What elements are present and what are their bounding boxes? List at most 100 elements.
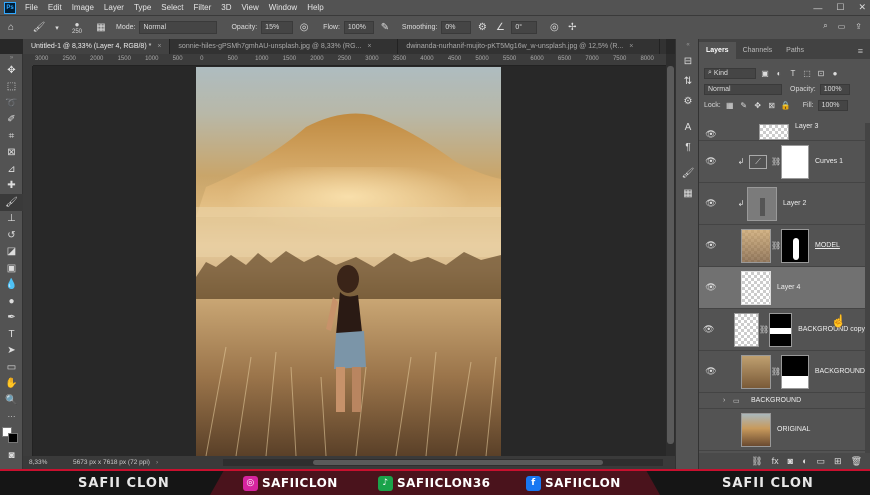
clone-stamp-tool-icon[interactable]: ⊥ [0, 211, 23, 228]
tab-sonnie-hiles[interactable]: sonnie-hiles-gPSMh7gmhAU-unsplash.jpg @ … [170, 39, 399, 54]
status-arrow-icon[interactable]: › [156, 459, 158, 466]
delete-layer-icon[interactable]: 🗑 [851, 456, 862, 467]
background-color-swatch[interactable] [8, 433, 18, 443]
layer-group-name[interactable]: BACKGROUND [751, 397, 801, 404]
layer-name[interactable]: Curves 1 [815, 158, 843, 165]
visibility-eye-icon[interactable]: 👁 [699, 129, 723, 140]
fill-input[interactable]: 100% [817, 99, 848, 111]
brush-settings-icon[interactable]: ▦ [94, 21, 108, 35]
layer-mask-thumbnail[interactable] [768, 312, 793, 347]
blur-tool-icon[interactable]: 💧 [0, 277, 23, 294]
menu-filter[interactable]: Filter [189, 3, 217, 12]
brush-tool-icon[interactable]: 🖌 [32, 21, 46, 35]
layer-row[interactable]: ORIGINAL [699, 409, 865, 451]
close-tab-icon[interactable]: × [367, 43, 371, 50]
layer-row[interactable]: 👁 ⛓ MODEL [699, 225, 865, 267]
layer-name[interactable]: Layer 3 [795, 123, 818, 130]
pen-tool-icon[interactable]: ✒ [0, 310, 23, 327]
zoom-tool-icon[interactable]: 🔍 [0, 392, 23, 409]
healing-brush-tool-icon[interactable]: ✚ [0, 178, 23, 195]
lock-position-icon[interactable]: ✥ [753, 101, 763, 110]
zoom-level[interactable]: 8,33% [23, 459, 63, 466]
instagram-handle[interactable]: ◎ SAFIICLON [243, 475, 338, 491]
more-tools-icon[interactable]: ··· [0, 409, 23, 426]
visibility-eye-icon[interactable]: 👁 [699, 324, 718, 335]
layer-name[interactable]: MODEL [815, 242, 840, 249]
adjustment-layer-icon[interactable]: ◐ [802, 456, 807, 466]
mode-select[interactable]: Normal [139, 21, 218, 34]
photoshop-logo-icon[interactable]: Ps [4, 1, 16, 14]
layers-scrollbar[interactable] [865, 123, 870, 453]
filter-smart-object-icon[interactable]: ⊡ [816, 69, 826, 78]
blend-mode-select[interactable]: Normal [704, 83, 782, 95]
vertical-ruler[interactable] [23, 66, 33, 456]
layer-name[interactable]: ORIGINAL [777, 426, 810, 433]
path-selection-tool-icon[interactable]: ➤ [0, 343, 23, 360]
close-icon[interactable]: ✕ [858, 2, 866, 13]
filter-type-icon[interactable]: T [788, 69, 798, 78]
eyedropper-tool-icon[interactable]: ⊿ [0, 161, 23, 178]
dodge-tool-icon[interactable]: ● [0, 293, 23, 310]
menu-layer[interactable]: Layer [99, 3, 129, 12]
smoothing-input[interactable]: 0% [441, 21, 472, 34]
type-tool-icon[interactable]: T [0, 326, 23, 343]
canvas-horizontal-scrollbar[interactable] [223, 459, 663, 466]
menu-file[interactable]: File [20, 3, 43, 12]
properties-panel-icon[interactable]: ⇅ [676, 71, 700, 91]
maximize-icon[interactable]: ☐ [836, 2, 844, 13]
tab-paths[interactable]: Paths [779, 42, 811, 59]
horizontal-ruler[interactable]: 3000 2500 2000 1500 1000 500 0 500 1000 1500 2000 2… [33, 54, 666, 66]
visibility-eye-icon[interactable]: 👁 [699, 156, 723, 167]
new-layer-icon[interactable]: ⊞ [834, 456, 842, 467]
marquee-tool-icon[interactable]: ⬚ [0, 79, 23, 96]
flow-input[interactable]: 100% [343, 21, 374, 34]
menu-type[interactable]: Type [129, 3, 156, 12]
scrollbar-thumb[interactable] [313, 460, 603, 465]
lock-artboard-icon[interactable]: ⊠ [767, 101, 777, 110]
layer-name[interactable]: BACKGROUND [815, 368, 865, 375]
menu-select[interactable]: Select [156, 3, 188, 12]
menu-view[interactable]: View [237, 3, 264, 12]
canvas-vertical-scrollbar[interactable] [666, 54, 675, 456]
angle-input[interactable]: 0° [511, 21, 538, 34]
smoothing-settings-gear-icon[interactable]: ⚙ [475, 21, 489, 35]
swatches-panel-icon[interactable]: ▦ [676, 183, 700, 203]
lock-transparent-icon[interactable]: ▦ [725, 101, 735, 110]
strip-collapse-icon[interactable]: « [676, 39, 700, 51]
canvas-photo[interactable] [196, 67, 501, 456]
history-brush-tool-icon[interactable]: ↺ [0, 227, 23, 244]
new-group-icon[interactable]: ▭ [817, 456, 826, 467]
menu-image[interactable]: Image [67, 3, 99, 12]
search-icon[interactable]: ⌕ [823, 21, 827, 31]
canvas-area[interactable] [33, 66, 666, 456]
airbrush-icon[interactable]: ✎ [378, 21, 392, 35]
history-panel-icon[interactable]: ⊟ [676, 51, 700, 71]
character-panel-icon[interactable]: A [676, 117, 700, 137]
visibility-eye-icon[interactable]: 👁 [699, 198, 723, 209]
link-layers-icon[interactable]: ⛓ [751, 456, 762, 467]
frame-tool-icon[interactable]: ⊠ [0, 145, 23, 162]
tab-dwinanda-nurhanif[interactable]: dwinanda-nurhanif-mujito-pKT5Mg16w_w-uns… [398, 39, 661, 54]
layer-name[interactable]: Layer 4 [777, 284, 800, 291]
move-tool-icon[interactable]: ✥ [0, 62, 23, 79]
paragraph-panel-icon[interactable]: ¶ [676, 137, 700, 157]
gradient-tool-icon[interactable]: ▣ [0, 260, 23, 277]
visibility-eye-icon[interactable]: 👁 [699, 240, 723, 251]
share-icon[interactable]: ⇪ [855, 22, 862, 31]
filter-adjustment-icon[interactable]: ◐ [774, 69, 784, 78]
lock-all-icon[interactable]: 🔒 [781, 101, 791, 110]
symmetry-butterfly-icon[interactable]: ✢ [565, 21, 579, 35]
tab-untitled-1[interactable]: Untitled-1 @ 8,33% (Layer 4, RGB/8) * × [23, 39, 171, 54]
color-swatches[interactable] [0, 425, 22, 447]
layer-row[interactable]: 👁 ↲ ⟋ ⛓ Curves 1 [699, 141, 865, 183]
layer-row[interactable]: 👁 ⛓ BACKGROUND [699, 351, 865, 393]
lock-image-icon[interactable]: ✎ [739, 101, 749, 110]
minimize-icon[interactable]: — [813, 3, 822, 13]
layer-row[interactable]: 👁 ↲ Layer 2 [699, 183, 865, 225]
adjustments-panel-icon[interactable]: ⚙ [676, 91, 700, 111]
layer-mask-thumbnail[interactable] [781, 228, 809, 263]
filter-pixel-icon[interactable]: ▣ [760, 69, 770, 78]
close-tab-icon[interactable]: × [629, 43, 633, 50]
brush-tool-icon[interactable]: 🖌 [0, 194, 23, 211]
layer-row[interactable]: 👁 Layer 3 [699, 123, 865, 141]
